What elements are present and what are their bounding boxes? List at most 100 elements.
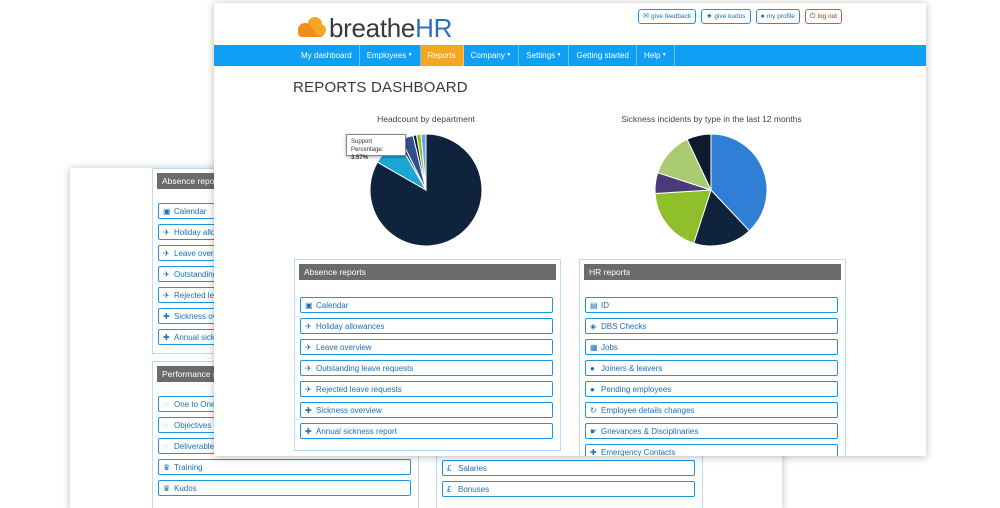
hr-report-item[interactable]: ● Pending employees [585, 381, 838, 397]
my-profile-button[interactable]: ● my profile [755, 9, 800, 24]
nav-label: My dashboard [301, 51, 352, 60]
nav-label: Reports [427, 51, 456, 60]
calendar-icon: ▣ [305, 301, 313, 310]
medical-case-icon: ✚ [163, 333, 170, 342]
hr-report-item-label: Pending employees [601, 385, 672, 394]
back-money-item-label: Salaries [458, 464, 487, 473]
sickness-chart-title: Sickness incidents by type in the last 1… [621, 114, 802, 124]
absence-report-item-label: Leave overview [316, 343, 372, 352]
medical-case-icon: ✚ [305, 427, 312, 436]
nav-settings[interactable]: Settings ▼ [519, 45, 570, 66]
back-absence-item-label: Calendar [174, 207, 207, 216]
cloud-logo-icon [298, 17, 326, 37]
comment-icon: ✉ [643, 13, 650, 20]
absence-report-item-label: Annual sickness report [316, 427, 397, 436]
plane-icon: ✈ [163, 270, 170, 279]
absence-report-item[interactable]: ✚ Annual sickness report [300, 423, 553, 439]
absence-report-item-label: Calendar [316, 301, 349, 310]
trophy-icon: ♛ [163, 484, 171, 493]
medical-case-icon: ✚ [590, 448, 597, 456]
back-performance-item-label: Training [174, 463, 203, 472]
caret-down-icon: ▼ [406, 52, 413, 58]
plane-icon: ✈ [163, 291, 170, 300]
nav-reports[interactable]: Reports [420, 45, 464, 66]
back-performance-item-label: Deliverables [174, 442, 219, 451]
absence-report-item[interactable]: ✈ Outstanding leave requests [300, 360, 553, 376]
nav-getting-started[interactable]: Getting started [569, 45, 637, 66]
hr-report-item-label: Grievances & Disciplinaries [601, 427, 699, 436]
nav-employees[interactable]: Employees ▼ [360, 45, 421, 66]
log-out-button[interactable]: ⏻ log out [804, 9, 842, 24]
caret-down-icon: ▼ [555, 52, 562, 58]
top-button-label: my profile [766, 13, 795, 20]
hr-report-item[interactable]: ◈ DBS Checks [585, 318, 838, 334]
give-kudos-button[interactable]: ★ give kudos [701, 9, 751, 24]
hr-report-item[interactable]: ☛ Grievances & Disciplinaries [585, 423, 838, 439]
hr-report-item-label: Joiners & leavers [601, 364, 663, 373]
power-icon: ⏻ [809, 13, 816, 20]
plane-icon: ✈ [305, 385, 312, 394]
nav-company[interactable]: Company ▼ [464, 45, 520, 66]
absence-report-item[interactable]: ✈ Holiday allowances [300, 318, 553, 334]
absence-report-item-label: Rejected leave requests [316, 385, 402, 394]
nav-my-dashboard[interactable]: My dashboard [294, 45, 360, 66]
absence-report-item-label: Holiday allowances [316, 322, 385, 331]
back-performance-item-label: Objectives [174, 421, 212, 430]
nav-label: Settings [526, 51, 556, 60]
hr-report-item[interactable]: ▤ ID [585, 297, 838, 313]
back-performance-item-label: One to Ones [174, 400, 220, 409]
absence-report-item[interactable]: ✈ Leave overview [300, 339, 553, 355]
hr-report-item[interactable]: ↻ Employee details changes [585, 402, 838, 418]
nav-help[interactable]: Help ▼ [637, 45, 675, 66]
calendar-icon: ▣ [163, 207, 171, 216]
back-performance-item[interactable]: ♛ Kudos [158, 480, 411, 496]
person-icon: ● [760, 13, 765, 20]
absence-reports-panel: Absence reports ▣ Calendar ✈ Holiday allowa… [294, 259, 561, 451]
give-feedback-button[interactable]: ✉ give feedback [638, 9, 697, 24]
pound-icon: £ [447, 464, 452, 473]
tooltip-label: Support [351, 139, 373, 145]
hr-report-item[interactable]: ✚ Emergency Contacts [585, 444, 838, 456]
absence-report-item[interactable]: ▣ Calendar [300, 297, 553, 313]
speech-bubbles-icon: ◌ [163, 400, 168, 409]
hr-report-item-label: Emergency Contacts [601, 448, 676, 456]
top-button-label: log out [817, 13, 837, 20]
hr-report-item[interactable]: ● Joiners & leavers [585, 360, 838, 376]
sickness-pie-chart[interactable] [654, 133, 768, 247]
back-performance-item[interactable]: ♛ Training [158, 459, 411, 475]
hr-report-item[interactable]: ▦ Jobs [585, 339, 838, 355]
refresh-icon: ↻ [590, 406, 597, 415]
hr-reports-title: HR reports [584, 264, 841, 280]
absence-reports-title: Absence reports [299, 264, 556, 280]
absence-report-item-label: Sickness overview [316, 406, 382, 415]
back-money-item-label: Bonuses [458, 485, 490, 494]
absence-report-item[interactable]: ✈ Rejected leave requests [300, 381, 553, 397]
hr-report-item-label: ID [601, 301, 609, 310]
headcount-chart-title: Headcount by department [377, 114, 475, 124]
logo-text: breatheHR [329, 13, 453, 43]
plane-icon: ✈ [305, 322, 312, 331]
plane-icon: ✈ [305, 364, 312, 373]
nav-label: Help [643, 51, 661, 60]
back-absence-item-label: Rejected lea [174, 291, 219, 300]
plane-icon: ✈ [305, 343, 312, 352]
hr-reports-panel: HR reports ▤ ID ◈ DBS Checks ▦ Jobs ● Joiners &… [579, 259, 846, 456]
nav-label: Getting started [576, 51, 629, 60]
trophy-icon: ♛ [163, 463, 171, 472]
hand-icon: ☛ [590, 427, 598, 436]
top-button-label: give kudos [714, 13, 746, 20]
caret-down-icon: ▼ [660, 52, 667, 58]
chart-tooltip: Support Percentage: 3.57% [346, 134, 406, 161]
medical-case-icon: ✚ [163, 312, 170, 321]
hr-report-item-label: Jobs [601, 343, 618, 352]
person-icon: ● [590, 385, 595, 394]
briefcase-icon: ▦ [590, 343, 598, 352]
nav-label: Company [470, 51, 505, 60]
absence-report-item[interactable]: ✚ Sickness overview [300, 402, 553, 418]
absence-report-item-label: Outstanding leave requests [316, 364, 414, 373]
speech-bubbles-icon: ◌ [163, 421, 168, 430]
main-nav: My dashboard Employees ▼ Reports Company ▼ S… [214, 45, 926, 66]
hr-report-item-label: Employee details changes [601, 406, 695, 415]
back-money-item[interactable]: £ Bonuses [442, 481, 695, 497]
back-money-item[interactable]: £ Salaries [442, 460, 695, 476]
